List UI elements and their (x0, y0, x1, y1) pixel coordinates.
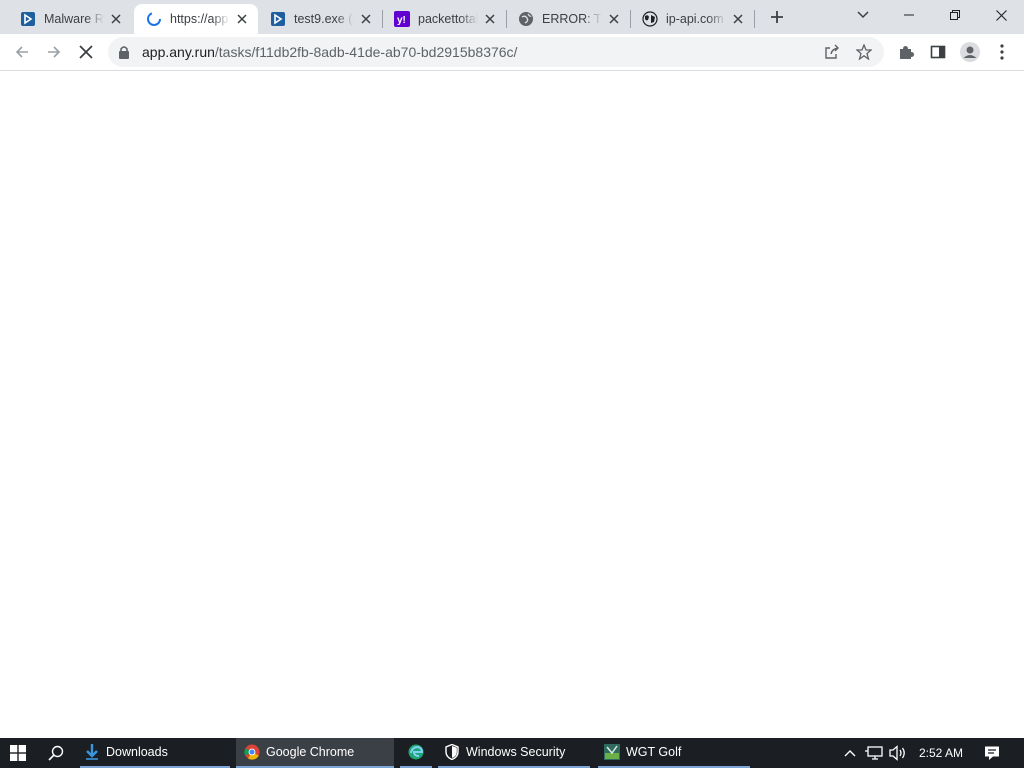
taskbar-item-label: WGT Golf (626, 745, 682, 759)
taskbar-edge[interactable] (400, 738, 432, 768)
taskbar-windows-security[interactable]: Windows Security (438, 738, 590, 768)
close-icon[interactable] (234, 11, 250, 27)
browser-toolbar: app.any.run/tasks/f11db2fb-8adb-41de-ab7… (0, 34, 1024, 71)
minimize-icon (904, 14, 914, 16)
tab-title: https://app (170, 12, 229, 26)
star-icon (856, 44, 872, 60)
clock-time: 2:52 AM (918, 746, 964, 760)
lock-icon (119, 46, 129, 59)
download-arrow-icon (84, 744, 100, 760)
share-icon (825, 44, 839, 59)
wgt-golf-icon (604, 744, 620, 760)
close-icon[interactable] (606, 11, 622, 27)
more-vert-icon (1000, 44, 1004, 60)
tab-ip-api[interactable]: ip-api.com (630, 4, 754, 34)
network-tray-icon[interactable] (862, 738, 886, 768)
taskbar-downloads[interactable]: Downloads (80, 738, 230, 768)
show-hidden-icons-button[interactable] (840, 738, 860, 768)
svg-text:y!: y! (397, 15, 406, 26)
volume-tray-icon[interactable] (886, 738, 910, 768)
start-button[interactable] (0, 738, 36, 768)
globe-icon (518, 11, 534, 27)
network-icon (865, 746, 883, 760)
chevron-down-icon (857, 11, 869, 19)
plus-icon (771, 11, 783, 23)
tab-anyrun-task[interactable]: https://app (134, 4, 258, 34)
chrome-icon (244, 744, 260, 760)
speaker-icon (889, 745, 905, 761)
taskbar-item-label: Windows Security (466, 745, 566, 759)
back-arrow-icon (15, 46, 28, 58)
tab-title: Malware Re (44, 12, 104, 26)
anyrun-icon (270, 11, 286, 27)
action-center-button[interactable] (978, 738, 1006, 768)
side-panel-button[interactable] (924, 38, 952, 66)
stop-icon (79, 45, 93, 59)
close-icon[interactable] (730, 11, 746, 27)
minimize-button[interactable] (886, 0, 932, 30)
taskbar-wgt-golf[interactable]: WGT Golf (598, 738, 750, 768)
extensions-button[interactable] (892, 38, 920, 66)
notification-icon (985, 746, 999, 760)
taskbar-item-label: Downloads (106, 745, 168, 759)
close-icon[interactable] (482, 11, 498, 27)
yahoo-icon: y! (394, 11, 410, 27)
restore-icon (950, 10, 960, 20)
stop-loading-button[interactable] (72, 38, 100, 66)
edge-icon (408, 744, 424, 760)
avatar-icon (960, 42, 980, 62)
close-window-button[interactable] (978, 0, 1024, 30)
windows-logo-icon (10, 745, 26, 761)
search-button[interactable] (38, 738, 74, 768)
profile-button[interactable] (956, 38, 984, 66)
anyrun-icon (20, 11, 36, 27)
tab-malware-report[interactable]: Malware Re (8, 4, 132, 34)
loading-spinner-icon (146, 11, 162, 27)
bookmark-button[interactable] (852, 41, 876, 63)
forward-arrow-icon (48, 46, 61, 58)
url-host: app.any.run (142, 44, 215, 60)
clock[interactable]: 2:52 AM (912, 738, 970, 768)
taskbar-item-label: Google Chrome (266, 745, 355, 759)
new-tab-button[interactable] (766, 6, 788, 28)
close-icon (995, 9, 1007, 21)
url-path: /tasks/f11db2fb-8adb-41de-ab70-bd2915b83… (214, 44, 518, 60)
menu-button[interactable] (988, 38, 1016, 66)
page-content (0, 71, 1024, 738)
close-icon[interactable] (358, 11, 374, 27)
chevron-up-icon (844, 750, 856, 757)
tab-title: ip-api.com (666, 12, 724, 26)
tab-test9-exe[interactable]: test9.exe (M (258, 4, 382, 34)
taskbar-google-chrome[interactable]: Google Chrome (236, 738, 394, 768)
tab-strip: Malware Re https://app test9.exe (M y! p… (0, 0, 1024, 34)
search-icon (48, 745, 64, 761)
tab-title: packettotal (418, 12, 478, 26)
puzzle-icon (900, 46, 914, 59)
tab-error-page[interactable]: ERROR: Th (506, 4, 630, 34)
side-panel-icon (930, 45, 946, 59)
tab-title: test9.exe (M (294, 12, 354, 26)
tab-search-button[interactable] (852, 4, 874, 26)
close-icon[interactable] (108, 11, 124, 27)
back-button[interactable] (8, 38, 36, 66)
shield-icon (444, 744, 460, 760)
tab-separator (754, 10, 755, 28)
forward-button[interactable] (40, 38, 68, 66)
ip-api-icon (642, 11, 658, 27)
restore-button[interactable] (932, 0, 978, 30)
tab-title: ERROR: Th (542, 12, 602, 26)
share-button[interactable] (820, 41, 844, 63)
windows-taskbar: Downloads Google Chrome Windows Security… (0, 738, 1024, 768)
tab-packettotal[interactable]: y! packettotal (382, 4, 506, 34)
address-bar[interactable]: app.any.run/tasks/f11db2fb-8adb-41de-ab7… (108, 37, 884, 67)
url-text[interactable]: app.any.run/tasks/f11db2fb-8adb-41de-ab7… (142, 44, 517, 60)
